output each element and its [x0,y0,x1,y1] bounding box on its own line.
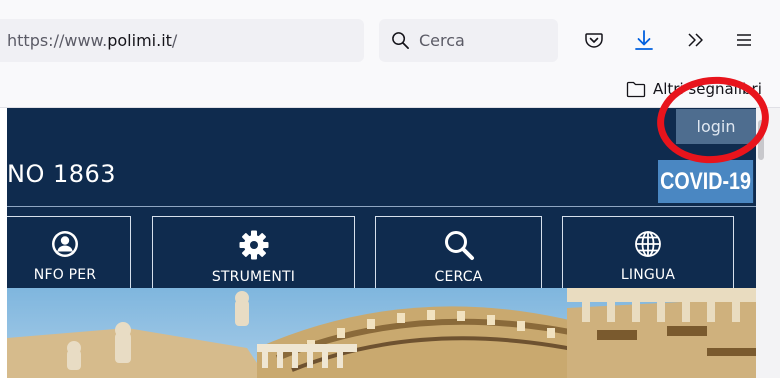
menu-icon[interactable] [732,28,756,52]
search-placeholder: Cerca [419,31,465,50]
download-icon[interactable] [632,28,656,52]
nav-label: LINGUA [620,267,676,283]
site-title: NO 1863 [7,160,117,188]
palazzo-facade-illustration [7,288,756,378]
nav-tile-lingua[interactable]: LINGUA [562,216,734,288]
folder-icon [626,81,646,97]
nav-tile-info-per[interactable]: NFO PER [0,216,131,288]
url-suffix: / [171,31,178,50]
globe-icon [635,231,661,257]
url-prefix: https://www. [7,31,108,50]
hero-image [7,288,756,378]
search-icon [444,231,474,260]
nav-label: STRUMENTI [211,269,296,285]
nav-label: NFO PER [33,267,97,283]
covid-banner[interactable]: COVID-19 [658,160,754,203]
browser-search-box[interactable]: Cerca [379,19,558,62]
nav-tile-cerca[interactable]: CERCA [375,216,542,288]
browser-toolbar: https://www. polimi.it / Cerca [0,0,780,68]
header-divider [7,206,756,207]
pocket-icon[interactable] [582,28,606,52]
search-icon [392,32,409,49]
overflow-chevrons-icon[interactable] [683,28,707,52]
gear-icon [239,230,268,260]
nav-tile-strumenti[interactable]: STRUMENTI [152,216,355,288]
user-circle-icon [52,231,78,257]
url-host: polimi.it [107,31,172,50]
url-bar[interactable]: https://www. polimi.it / [0,19,364,62]
nav-label: CERCA [434,269,483,285]
page-left-gutter [0,108,7,378]
